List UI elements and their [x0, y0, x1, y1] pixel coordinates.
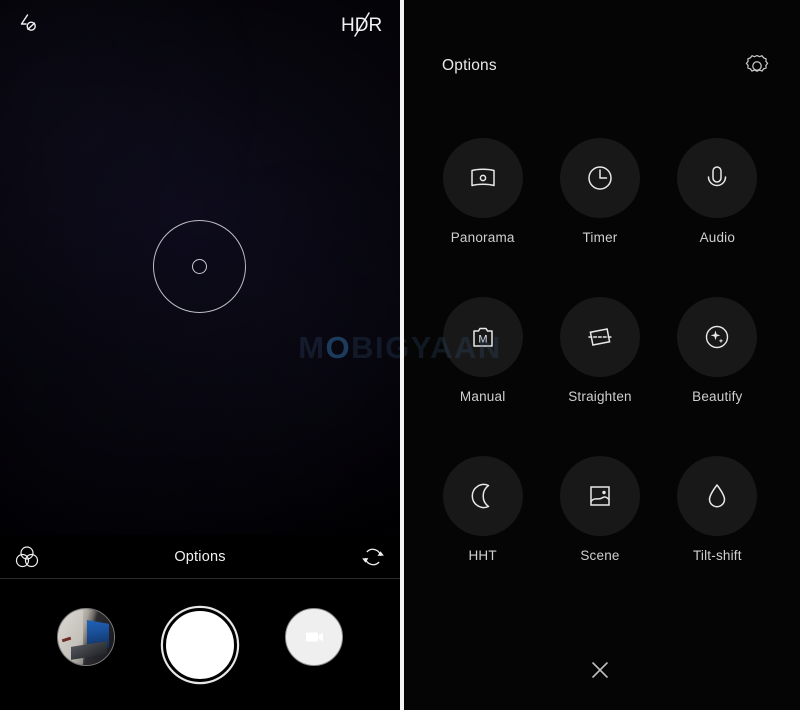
focus-ring[interactable] [153, 220, 246, 313]
landscape-icon [590, 486, 610, 506]
option-label: Tilt-shift [692, 548, 742, 563]
camera-options-strip: Options [0, 535, 400, 579]
camera-viewfinder-panel: HDR Options [0, 0, 400, 710]
video-record-button[interactable] [285, 608, 343, 666]
option-item-audio[interactable]: Audio [659, 138, 776, 245]
option-circle[interactable] [559, 297, 640, 377]
gear-icon[interactable] [742, 51, 772, 81]
water-drop-icon [709, 484, 726, 508]
options-panel: Options Panorama Timer Audio M Manual St… [400, 0, 800, 710]
option-item-beautify[interactable]: Beautify [659, 297, 776, 404]
option-label: Beautify [692, 389, 743, 404]
option-item-scene[interactable]: Scene [541, 456, 658, 563]
option-circle[interactable]: M [442, 297, 523, 377]
option-circle[interactable] [442, 138, 523, 218]
option-circle[interactable] [677, 297, 758, 377]
options-panel-header: Options [400, 44, 800, 88]
flash-off-icon[interactable] [14, 11, 40, 37]
option-item-hht[interactable]: HHT [424, 456, 541, 563]
hdr-off-icon[interactable]: HDR [338, 9, 386, 39]
option-circle[interactable] [559, 138, 640, 218]
focus-ring-center-dot [192, 259, 207, 274]
close-icon[interactable] [580, 650, 620, 690]
option-label: Scene [580, 548, 620, 563]
microphone-icon [708, 166, 727, 187]
filter-icon[interactable] [12, 542, 42, 572]
option-item-tilt-shift[interactable]: Tilt-shift [659, 456, 776, 563]
option-circle[interactable] [442, 456, 523, 536]
options-panel-title: Options [442, 57, 497, 74]
options-strip-label[interactable]: Options [0, 549, 400, 565]
option-label: HHT [468, 548, 497, 563]
panorama-icon [470, 168, 495, 187]
option-label: Manual [459, 389, 506, 404]
option-circle[interactable] [677, 456, 758, 536]
option-label: Straighten [568, 389, 632, 404]
gallery-thumbnail-button[interactable] [57, 608, 115, 666]
gallery-thumbnail-image [58, 609, 114, 665]
camera-status-bar: HDR [0, 0, 400, 48]
switch-camera-icon[interactable] [358, 542, 388, 572]
manual-camera-icon: M [472, 327, 493, 347]
option-label: Audio [699, 230, 736, 245]
camera-shutter-row [0, 580, 400, 710]
option-circle[interactable] [677, 138, 758, 218]
clock-icon [588, 166, 612, 190]
camera-app-screenshot: HDR Options [0, 0, 800, 710]
moon-icon [471, 483, 489, 509]
options-mode-grid: Panorama Timer Audio M Manual Straighten… [400, 138, 800, 563]
option-circle[interactable] [559, 456, 640, 536]
option-item-timer[interactable]: Timer [541, 138, 658, 245]
option-label: Timer [582, 230, 618, 245]
option-item-manual[interactable]: M Manual [424, 297, 541, 404]
option-item-panorama[interactable]: Panorama [424, 138, 541, 245]
shutter-button[interactable] [163, 608, 237, 682]
sparkle-icon [706, 325, 729, 349]
panel-divider [400, 0, 404, 710]
video-camera-icon [306, 632, 323, 642]
straighten-icon [588, 328, 612, 346]
manual-m-glyph: M [478, 334, 487, 346]
option-label: Panorama [450, 230, 515, 245]
option-item-straighten[interactable]: Straighten [541, 297, 658, 404]
